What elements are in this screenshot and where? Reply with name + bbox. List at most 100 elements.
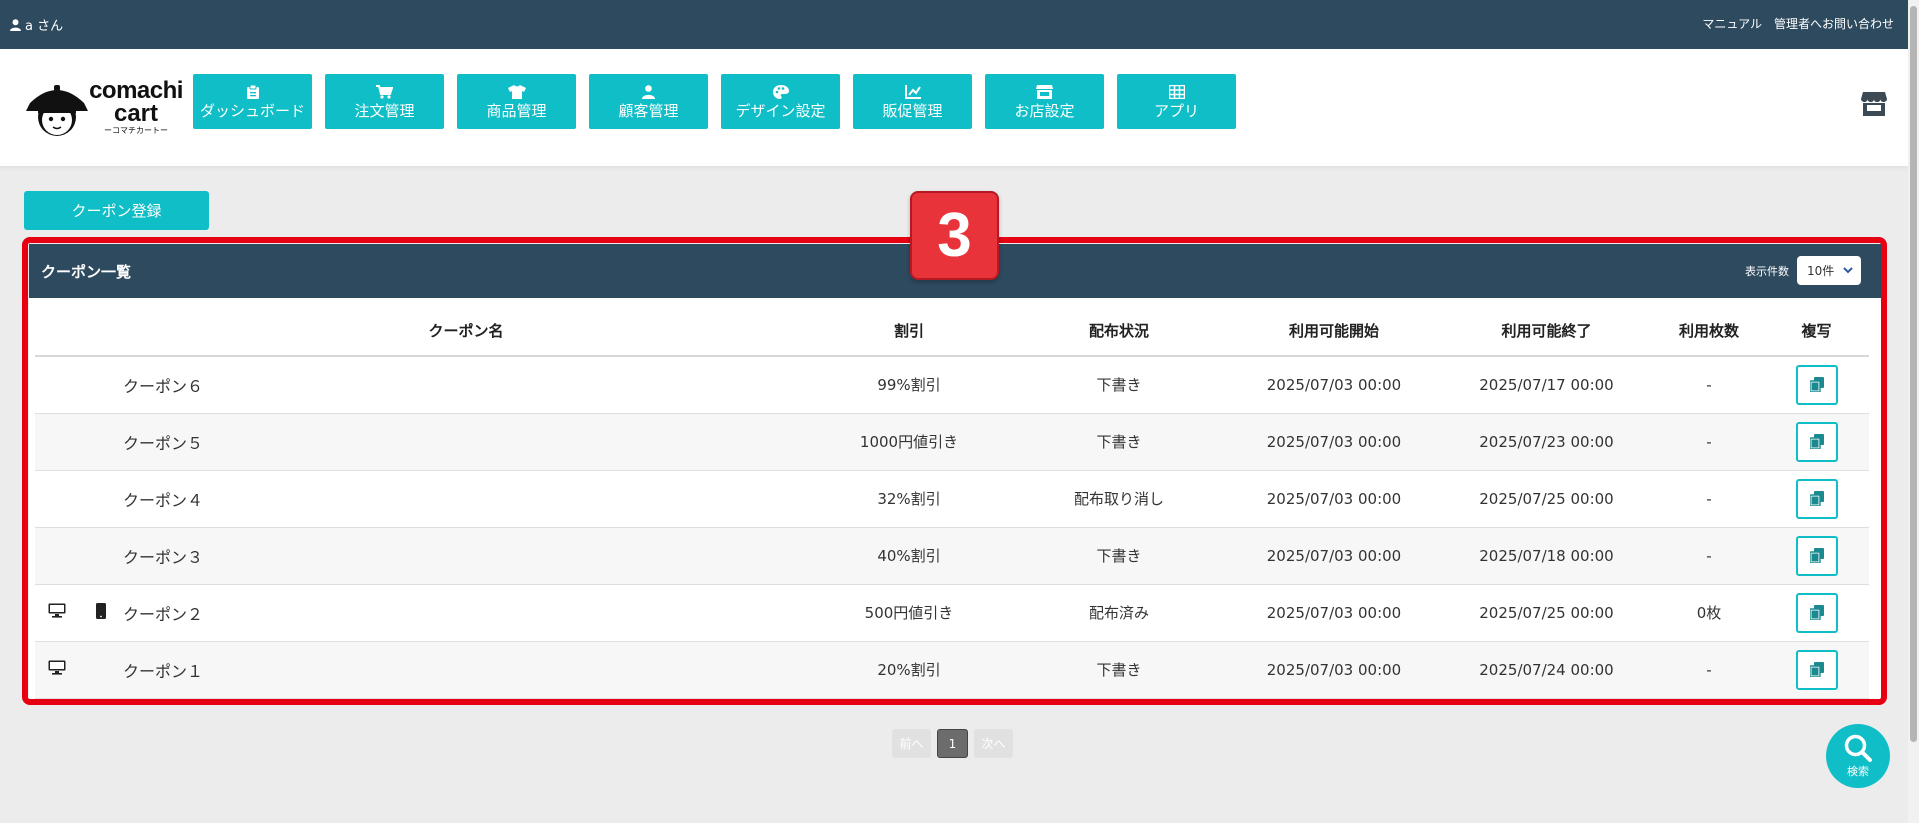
nav-products-button[interactable]: 商品管理 — [457, 74, 576, 129]
logo-line2: cart — [113, 100, 159, 127]
prev-page-button[interactable]: 前へ — [892, 729, 931, 758]
copy-cell — [1764, 413, 1869, 471]
coupon-name[interactable]: クーポン５ — [123, 413, 809, 471]
col-header-used: 利用枚数 — [1654, 298, 1764, 357]
coupon-status: 下書き — [1009, 641, 1229, 699]
copy-button[interactable] — [1795, 478, 1838, 519]
coupon-start: 2025/07/03 00:00 — [1229, 413, 1439, 471]
coupon-end: 2025/07/25 00:00 — [1439, 470, 1654, 528]
copy-icon — [1809, 605, 1824, 620]
table-row: クーポン３ 40%割引 下書き 2025/07/03 00:00 2025/07/18 … — [35, 527, 1869, 585]
copy-cell — [1764, 470, 1869, 528]
mobile-icon — [96, 602, 106, 619]
pc-device-cell — [35, 413, 79, 471]
nav-promotion-button[interactable]: 販促管理 — [853, 74, 972, 129]
coupon-register-button[interactable]: クーポン登録 — [24, 191, 209, 230]
col-header-start: 利用可能開始 — [1229, 298, 1439, 357]
nav-orders-button[interactable]: 注文管理 — [325, 74, 444, 129]
desktop-icon — [48, 603, 66, 618]
copy-cell — [1764, 356, 1869, 414]
nav-dashboard-button[interactable]: ダッシュボード — [193, 74, 312, 129]
coupon-list-card: クーポン一覧 表示件数 10件 クーポン名 割引 配布状況 利用可能開始 利用可… — [29, 244, 1881, 699]
user-menu[interactable]: a さん — [10, 15, 63, 34]
coupon-end: 2025/07/25 00:00 — [1439, 584, 1654, 642]
col-header-copy: 複写 — [1764, 298, 1869, 357]
clipboard-icon — [246, 85, 259, 99]
coupon-discount: 20%割引 — [809, 641, 1009, 699]
nav-customers-button[interactable]: 顧客管理 — [589, 74, 708, 129]
copy-icon — [1809, 491, 1824, 506]
store-icon — [1036, 85, 1053, 99]
col-header-discount: 割引 — [809, 298, 1009, 357]
coupon-end: 2025/07/24 00:00 — [1439, 641, 1654, 699]
coupon-discount: 99%割引 — [809, 356, 1009, 414]
storefront-icon[interactable] — [1860, 90, 1888, 118]
copy-button[interactable] — [1795, 421, 1838, 462]
pc-device-cell — [35, 356, 79, 414]
chevron-down-icon — [1843, 267, 1853, 274]
user-icon — [642, 85, 655, 99]
pc-device-cell — [35, 470, 79, 528]
coupon-name[interactable]: クーポン４ — [123, 470, 809, 528]
coupon-end: 2025/07/17 00:00 — [1439, 356, 1654, 414]
user-name: a さん — [25, 19, 64, 34]
comachi-cart-logo[interactable]: comachi cart ーコマチカートー — [26, 79, 183, 141]
current-page-button[interactable]: 1 — [937, 729, 968, 758]
header: comachi cart ーコマチカートー ダッシュボード 注文管理 商品管理 … — [0, 49, 1908, 166]
nav-label: 顧客管理 — [618, 102, 679, 120]
nav-label: お店設定 — [1014, 102, 1075, 120]
chart-icon — [904, 85, 921, 99]
search-fab-button[interactable]: 検索 — [1826, 724, 1890, 788]
coupon-used: - — [1654, 470, 1764, 528]
contact-admin-link[interactable]: 管理者へお問い合わせ — [1774, 15, 1894, 32]
col-header-end: 利用可能終了 — [1439, 298, 1654, 357]
copy-button[interactable] — [1795, 364, 1838, 405]
nav-label: 販促管理 — [882, 102, 943, 120]
coupon-used: - — [1654, 356, 1764, 414]
copy-button[interactable] — [1795, 649, 1838, 690]
palette-icon — [772, 85, 789, 99]
nav-apps-button[interactable]: アプリ — [1117, 74, 1236, 129]
coupon-name[interactable]: クーポン３ — [123, 527, 809, 585]
coupon-discount: 1000円値引き — [809, 413, 1009, 471]
desktop-icon — [48, 660, 66, 675]
nav-label: ダッシュボード — [199, 102, 305, 120]
top-bar: a さん マニュアル 管理者へお問い合わせ — [0, 0, 1908, 49]
table-row: クーポン５ 1000円値引き 下書き 2025/07/03 00:00 2025/07/… — [35, 413, 1869, 471]
table-row: クーポン４ 32%割引 配布取り消し 2025/07/03 00:00 2025/07/… — [35, 470, 1869, 528]
coupon-status: 下書き — [1009, 356, 1229, 414]
copy-cell — [1764, 527, 1869, 585]
coupon-start: 2025/07/03 00:00 — [1229, 584, 1439, 642]
coupon-name[interactable]: クーポン２ — [123, 584, 809, 642]
coupon-status: 下書き — [1009, 413, 1229, 471]
perpage-select[interactable]: 10件 — [1797, 256, 1861, 285]
coupon-used: - — [1654, 527, 1764, 585]
page-scrollbar[interactable] — [1908, 0, 1919, 823]
col-header-status: 配布状況 — [1009, 298, 1229, 357]
search-icon — [1844, 734, 1872, 762]
copy-button[interactable] — [1795, 535, 1838, 576]
coupon-start: 2025/07/03 00:00 — [1229, 470, 1439, 528]
search-fab-label: 検索 — [1847, 765, 1869, 778]
grid-icon — [1168, 85, 1185, 99]
mobile-device-cell — [79, 641, 123, 699]
copy-button[interactable] — [1795, 592, 1838, 633]
coupon-start: 2025/07/03 00:00 — [1229, 356, 1439, 414]
mobile-device-cell — [79, 584, 123, 642]
copy-icon — [1809, 662, 1824, 677]
nav-label: 注文管理 — [354, 102, 415, 120]
nav-shop-settings-button[interactable]: お店設定 — [985, 74, 1104, 129]
nav-label: アプリ — [1153, 102, 1199, 120]
coupon-list-title: クーポン一覧 — [41, 263, 132, 281]
coupon-name[interactable]: クーポン１ — [123, 641, 809, 699]
scrollbar-thumb[interactable] — [1910, 6, 1917, 742]
nav-design-button[interactable]: デザイン設定 — [721, 74, 840, 129]
next-page-button[interactable]: 次へ — [974, 729, 1013, 758]
manual-link[interactable]: マニュアル — [1702, 15, 1762, 32]
user-icon — [10, 18, 21, 31]
pc-device-cell — [35, 641, 79, 699]
coupon-name[interactable]: クーポン６ — [123, 356, 809, 414]
cart-icon — [376, 85, 393, 99]
coupon-start: 2025/07/03 00:00 — [1229, 641, 1439, 699]
coupon-status: 配布取り消し — [1009, 470, 1229, 528]
